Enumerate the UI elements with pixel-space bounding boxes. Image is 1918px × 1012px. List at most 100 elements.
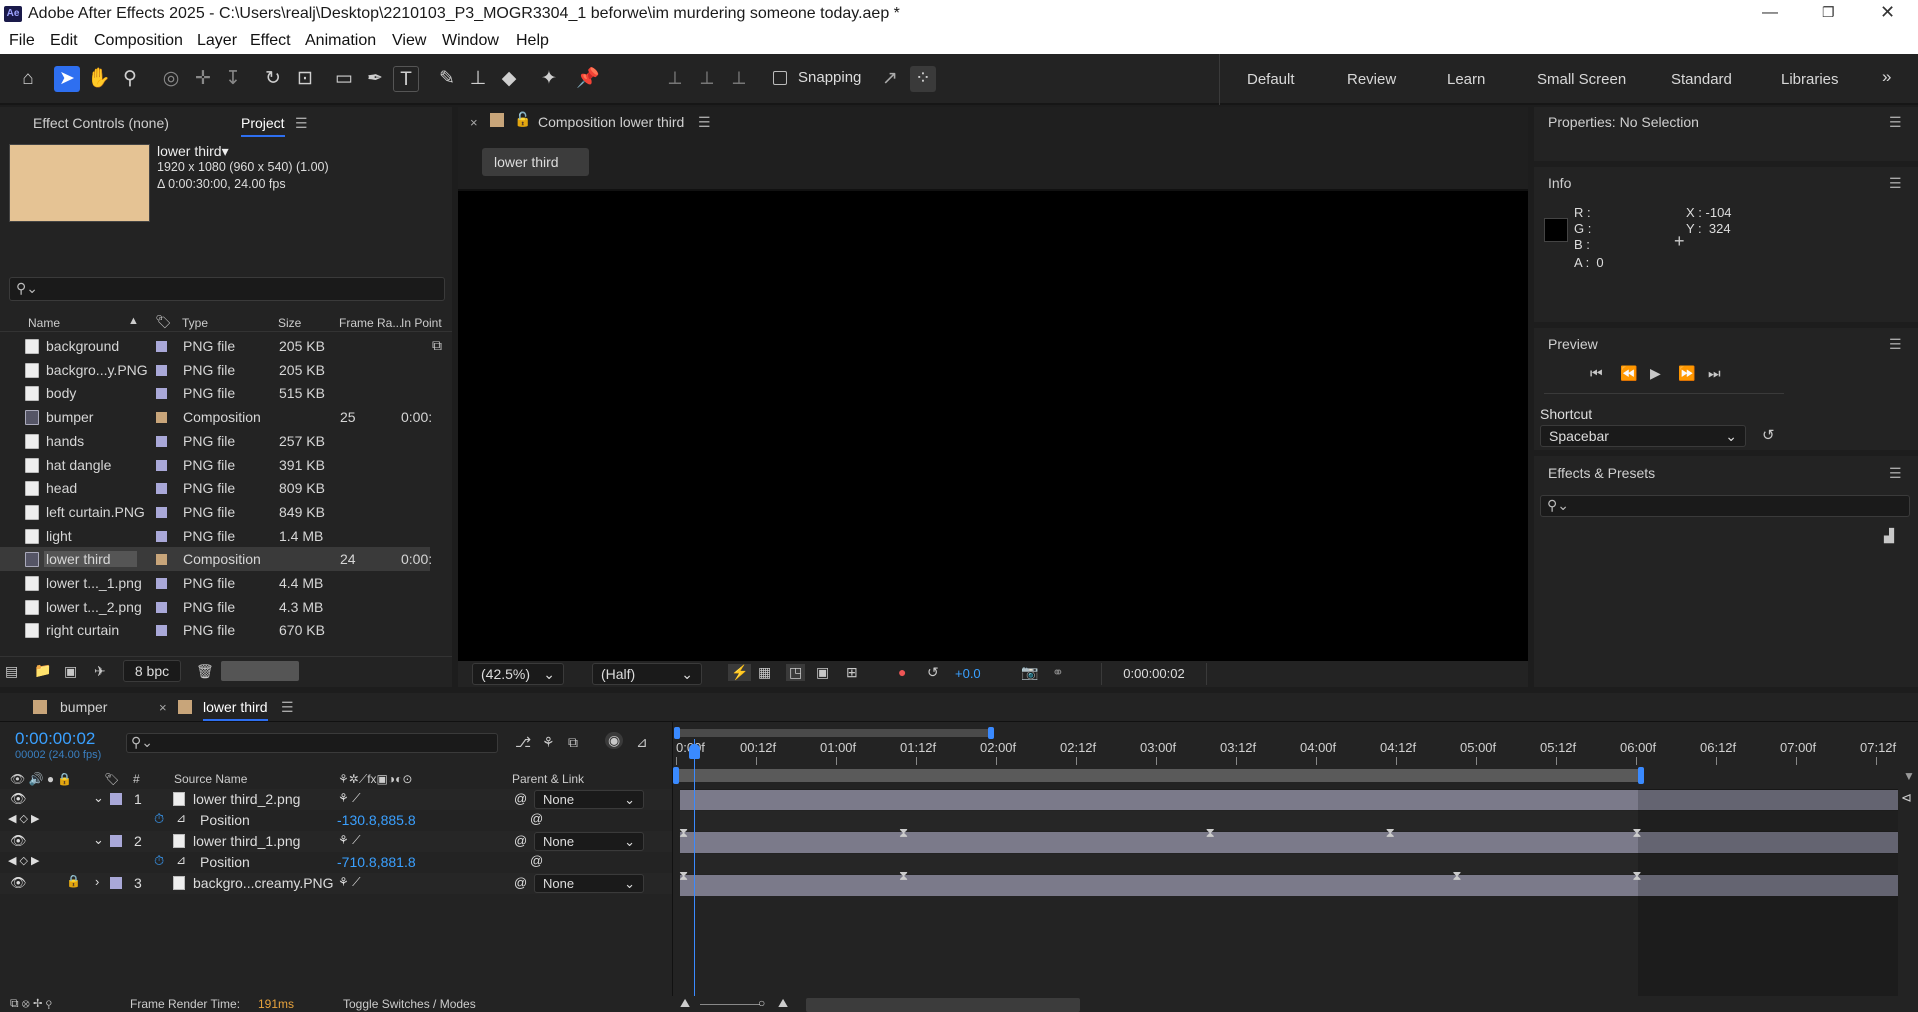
zoom-out-icon[interactable]: ⛰ <box>680 996 690 1011</box>
parent-dropdown[interactable]: None ⌄ <box>534 874 644 893</box>
last-frame-icon[interactable]: ⏭ <box>1708 365 1721 382</box>
adjust-settings-icon[interactable]: ✈ <box>94 663 106 680</box>
bpc-button[interactable]: 8 bpc <box>123 660 181 682</box>
menu-composition[interactable]: Composition <box>94 32 183 50</box>
comp-panel-title[interactable]: Composition lower third <box>538 114 684 130</box>
reset-exposure-icon[interactable]: ↺ <box>927 664 939 681</box>
menu-help[interactable]: Help <box>516 32 549 50</box>
navigator-start-handle[interactable] <box>674 727 680 739</box>
tab-project[interactable]: Project <box>241 115 285 137</box>
pick-whip-icon[interactable]: @ <box>514 791 527 806</box>
workspace-review[interactable]: Review <box>1347 71 1396 88</box>
previous-frame-icon[interactable]: ⏪ <box>1620 365 1637 382</box>
layer-out-icon[interactable]: ⊲ <box>1901 790 1912 806</box>
parent-dropdown[interactable]: None ⌄ <box>534 832 644 851</box>
pen-tool-icon[interactable]: ✒ <box>362 66 388 92</box>
eye-icon[interactable]: 👁 <box>10 875 27 891</box>
snapping-checkbox[interactable] <box>773 71 787 85</box>
axis-world-icon[interactable]: ⟂ <box>694 66 720 92</box>
effects-menu-icon[interactable]: ☰ <box>1889 465 1902 482</box>
position-property-row[interactable]: ◀ ◇ ▶ ⏱ ⊿ Position -710.8,881.8 @ <box>0 852 672 873</box>
parent-dropdown[interactable]: None ⌄ <box>534 790 644 809</box>
chevron-right-icon[interactable]: › <box>95 874 99 889</box>
keyframe-navigator-icons[interactable]: ◀ ◇ ▶ <box>8 812 40 825</box>
layer-label-color[interactable] <box>110 835 122 847</box>
pick-whip-icon[interactable]: @ <box>514 833 527 848</box>
layer-row[interactable]: 👁 🔒 › 3 backgro...creamy.PNG ⚘ ⟋ @ None ⌄ <box>0 873 672 894</box>
preview-menu-icon[interactable]: ☰ <box>1889 336 1902 353</box>
layer-switch-icons[interactable]: ⚘ ⟋ <box>338 833 361 848</box>
info-menu-icon[interactable]: ☰ <box>1889 175 1902 192</box>
color-channels-icon[interactable]: ● <box>898 664 906 680</box>
project-item[interactable]: light PNG file 1.4 MB <box>0 524 430 548</box>
project-item[interactable]: left curtain.PNG PNG file 849 KB <box>0 500 430 524</box>
reset-shortcut-icon[interactable]: ↺ <box>1762 426 1775 444</box>
next-frame-icon[interactable]: ⏩ <box>1678 365 1695 382</box>
playhead-handle[interactable] <box>689 744 700 759</box>
col-in-point[interactable]: In Point <box>401 316 442 330</box>
grid-guides-icon[interactable]: ⊞ <box>846 664 858 681</box>
transparency-grid-icon[interactable]: ▦ <box>758 664 771 681</box>
footer-toggle-icons[interactable]: ⧉ ⊗ ✢ ⚲ <box>10 996 52 1011</box>
menu-animation[interactable]: Animation <box>305 32 376 50</box>
resolution-dropdown[interactable]: (Half) ⌄ <box>592 663 702 685</box>
label-color-swatch[interactable] <box>156 483 167 495</box>
project-item[interactable]: hands PNG file 257 KB <box>0 429 430 453</box>
rectangle-tool-icon[interactable]: ▭ <box>331 66 357 92</box>
region-of-interest-icon[interactable]: ▣ <box>816 664 829 681</box>
work-area-navigator[interactable] <box>674 727 994 739</box>
chevron-down-icon[interactable]: ⌄ <box>93 790 104 806</box>
graph-icon[interactable]: ⊿ <box>176 811 186 825</box>
menu-file[interactable]: File <box>9 32 35 50</box>
project-item[interactable]: lower t..._2.png PNG file 4.3 MB <box>0 595 430 619</box>
current-time-display[interactable]: 0:00:00:02 <box>15 729 95 749</box>
hide-shy-layers-icon[interactable]: ⧉ <box>568 734 578 751</box>
graph-editor-icon[interactable]: ⊿ <box>636 734 648 751</box>
workspace-standard[interactable]: Standard <box>1671 71 1732 88</box>
zoom-tool-icon[interactable]: ⚲ <box>117 66 143 92</box>
layer-row[interactable]: 👁 ⌄ 1 lower third_2.png ⚘ ⟋ @ None ⌄ <box>0 789 672 810</box>
lock-icon[interactable]: 🔓 <box>514 111 531 128</box>
project-item[interactable]: body PNG file 515 KB <box>0 381 430 405</box>
label-color-swatch[interactable] <box>156 601 167 613</box>
project-item[interactable]: lower third Composition 24 0:00: <box>0 547 432 572</box>
roto-brush-icon[interactable]: ✦ <box>536 66 562 92</box>
timeline-scrollbar[interactable] <box>806 998 1080 1012</box>
project-footer-slider[interactable] <box>221 661 299 681</box>
keyframe-navigator-icons[interactable]: ◀ ◇ ▶ <box>8 854 40 867</box>
label-color-swatch[interactable] <box>156 530 167 542</box>
workspace-default[interactable]: Default <box>1247 71 1295 88</box>
new-composition-icon[interactable]: ▣ <box>64 663 77 680</box>
composition-mini-flowchart-icon[interactable]: ⎇ <box>515 734 531 751</box>
pick-whip-icon[interactable]: @ <box>514 875 527 890</box>
project-item[interactable]: lower t..._1.png PNG file 4.4 MB <box>0 571 430 595</box>
label-color-swatch[interactable] <box>156 341 167 352</box>
zoom-slider-thumb-icon[interactable]: ○ <box>758 996 765 1010</box>
label-color-swatch[interactable] <box>156 412 167 424</box>
eye-icon[interactable]: 👁 <box>10 791 27 807</box>
col-source-name[interactable]: Source Name <box>174 772 247 786</box>
timeline-search-input[interactable]: ⚲⌄ <box>126 733 498 753</box>
project-search-input[interactable]: ⚲⌄ <box>9 277 445 301</box>
shortcut-dropdown[interactable]: Spacebar ⌄ <box>1540 425 1746 447</box>
axis-view-icon[interactable]: ⟂ <box>726 66 752 92</box>
snapshot-icon[interactable]: 📷 <box>1021 664 1038 681</box>
rotation-tool-icon[interactable]: ↻ <box>260 66 286 92</box>
draft-3d-icon[interactable]: ⚘ <box>542 734 555 751</box>
type-tool-icon[interactable]: T <box>393 66 419 92</box>
project-item[interactable]: hat dangle PNG file 391 KB <box>0 453 430 477</box>
snap-edge-icon[interactable]: ↗ <box>877 66 903 92</box>
comp-flow-tab[interactable]: lower third <box>482 148 589 176</box>
eye-icon[interactable]: 👁 <box>10 833 27 849</box>
stopwatch-icon[interactable]: ⏱ <box>154 811 164 827</box>
stopwatch-icon[interactable]: ⏱ <box>154 853 164 869</box>
project-item[interactable]: head PNG file 809 KB <box>0 476 430 500</box>
label-color-swatch[interactable] <box>156 435 167 447</box>
clone-stamp-icon[interactable]: ⊥ <box>465 66 491 92</box>
panel-menu-icon[interactable]: ☰ <box>295 115 308 132</box>
workspace-libraries[interactable]: Libraries <box>1781 71 1839 88</box>
workspace-overflow-icon[interactable]: » <box>1882 67 1891 87</box>
first-frame-icon[interactable]: ⏮ <box>1590 365 1603 382</box>
label-tag-icon[interactable]: 🏷 <box>155 314 172 330</box>
layer-name[interactable]: backgro...creamy.PNG <box>193 875 334 891</box>
